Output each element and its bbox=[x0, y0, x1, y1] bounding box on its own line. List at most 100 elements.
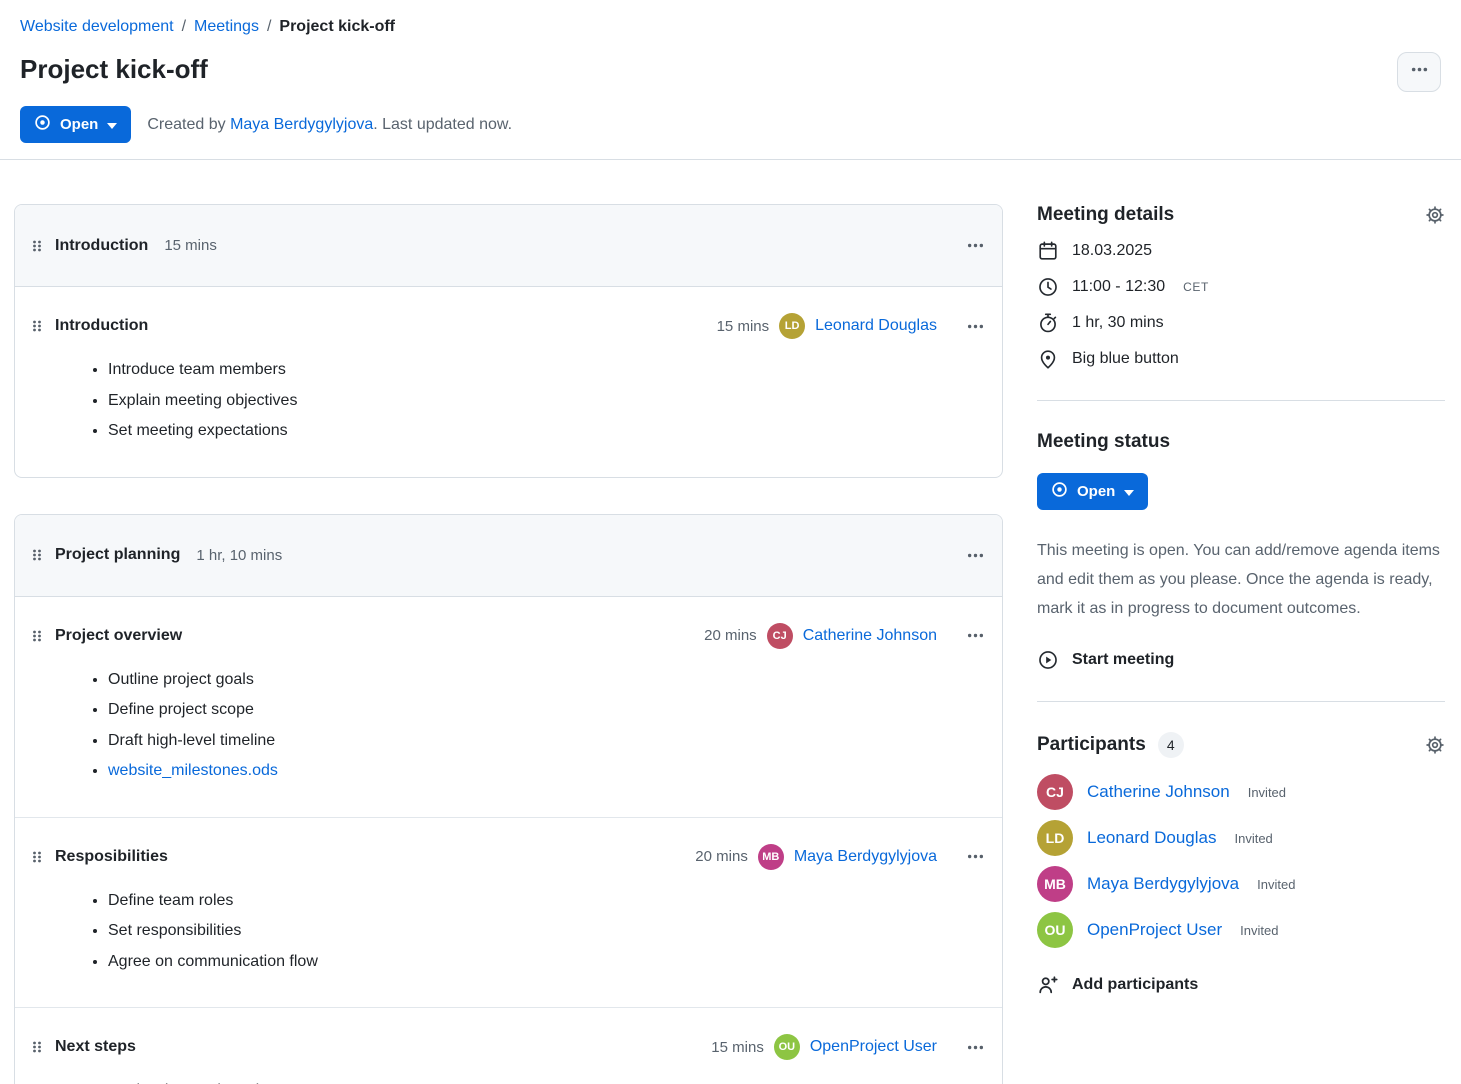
stopwatch-icon bbox=[1037, 312, 1059, 334]
location-pin-icon bbox=[1037, 348, 1059, 370]
presenter-link[interactable]: Catherine Johnson bbox=[803, 627, 937, 645]
meeting-location-row: Big blue button bbox=[1037, 348, 1445, 370]
meeting-time-row: 11:00 - 12:30 CET bbox=[1037, 276, 1445, 298]
gear-icon[interactable] bbox=[1425, 205, 1445, 225]
presenter-link[interactable]: OpenProject User bbox=[810, 1038, 937, 1056]
note-text: Define project scope bbox=[108, 701, 254, 718]
avatar: LD bbox=[779, 313, 805, 339]
sidebar-divider bbox=[1037, 400, 1445, 401]
item-more-actions-button[interactable] bbox=[965, 623, 986, 648]
attachment-link[interactable]: website_milestones.ods bbox=[108, 762, 278, 779]
agenda-section-header: Project planning 1 hr, 10 mins bbox=[15, 515, 1002, 597]
avatar: LD bbox=[1037, 820, 1073, 856]
play-circle-icon bbox=[1037, 649, 1059, 671]
status-open-icon bbox=[1051, 481, 1068, 502]
section-more-actions-button[interactable] bbox=[965, 233, 986, 258]
avatar: MB bbox=[758, 844, 784, 870]
note-text: Set meeting expectations bbox=[108, 422, 288, 439]
header-divider bbox=[0, 159, 1461, 160]
agenda-section-header: Introduction 15 mins bbox=[15, 205, 1002, 287]
participant-status: Invited bbox=[1240, 923, 1278, 938]
meeting-date-row: 18.03.2025 bbox=[1037, 240, 1445, 262]
drag-handle-icon[interactable] bbox=[31, 238, 43, 254]
agenda-item-next-steps: Next steps 15 mins OU OpenProject User R… bbox=[15, 1007, 1002, 1084]
drag-handle-icon[interactable] bbox=[31, 849, 43, 865]
item-more-actions-button[interactable] bbox=[965, 844, 986, 869]
note-text: Define team roles bbox=[108, 892, 233, 909]
agenda-item-duration: 20 mins bbox=[695, 848, 748, 865]
breadcrumb-meetings-link[interactable]: Meetings bbox=[194, 18, 259, 36]
breadcrumb-project-link[interactable]: Website development bbox=[20, 18, 174, 36]
presenter-link[interactable]: Leonard Douglas bbox=[815, 317, 937, 335]
breadcrumb-current: Project kick-off bbox=[279, 18, 395, 36]
agenda-item-notes: Define team roles Set responsibilities A… bbox=[31, 886, 986, 978]
start-meeting-button[interactable]: Start meeting bbox=[1037, 649, 1445, 671]
agenda-item-project-overview: Project overview 20 mins CJ Catherine Jo… bbox=[15, 597, 1002, 817]
agenda-item-notes: Review key project phases bbox=[31, 1076, 986, 1084]
byline-prefix: Created by bbox=[147, 116, 230, 133]
participant-status: Invited bbox=[1234, 831, 1272, 846]
agenda-item-notes: Introduce team members Explain meeting o… bbox=[31, 355, 986, 447]
item-more-actions-button[interactable] bbox=[965, 1035, 986, 1060]
avatar: OU bbox=[1037, 912, 1073, 948]
agenda-item-introduction: Introduction 15 mins LD Leonard Douglas … bbox=[15, 287, 1002, 477]
presenter-link[interactable]: Maya Berdygylyjova bbox=[794, 848, 937, 866]
section-title: Project planning bbox=[55, 546, 180, 564]
drag-handle-icon[interactable] bbox=[31, 318, 43, 334]
breadcrumb: Website development / Meetings / Project… bbox=[20, 18, 1441, 36]
participant-link[interactable]: Maya Berdygylyjova bbox=[1087, 874, 1239, 894]
byline-suffix: . Last updated now. bbox=[373, 116, 512, 133]
participant-row: CJ Catherine Johnson Invited bbox=[1037, 774, 1445, 810]
gear-icon[interactable] bbox=[1425, 735, 1445, 755]
person-plus-icon bbox=[1037, 974, 1059, 996]
kebab-icon bbox=[1411, 61, 1428, 83]
participant-row: MB Maya Berdygylyjova Invited bbox=[1037, 866, 1445, 902]
agenda-item-title: Resposibilities bbox=[55, 848, 168, 866]
avatar: OU bbox=[774, 1034, 800, 1060]
participants-heading: Participants bbox=[1037, 734, 1146, 756]
agenda-item-duration: 15 mins bbox=[717, 318, 770, 335]
meeting-date: 18.03.2025 bbox=[1072, 242, 1152, 260]
avatar: CJ bbox=[1037, 774, 1073, 810]
drag-handle-icon[interactable] bbox=[31, 1039, 43, 1055]
section-more-actions-button[interactable] bbox=[965, 543, 986, 568]
breadcrumb-separator: / bbox=[182, 18, 186, 36]
add-participants-button[interactable]: Add participants bbox=[1037, 974, 1445, 996]
note-text: Set responsibilities bbox=[108, 922, 241, 939]
meeting-details-heading: Meeting details bbox=[1037, 204, 1174, 226]
note-text: Introduce team members bbox=[108, 361, 286, 378]
agenda-item-title: Introduction bbox=[55, 317, 148, 335]
page-more-actions-button[interactable] bbox=[1397, 52, 1441, 92]
participant-row: OU OpenProject User Invited bbox=[1037, 912, 1445, 948]
agenda-item-duration: 20 mins bbox=[704, 627, 757, 644]
chevron-down-icon bbox=[107, 116, 117, 133]
avatar: CJ bbox=[767, 623, 793, 649]
start-meeting-label: Start meeting bbox=[1072, 651, 1174, 669]
agenda-section-project-planning: Project planning 1 hr, 10 mins Project o… bbox=[14, 514, 1003, 1084]
page-header: Website development / Meetings / Project… bbox=[0, 0, 1461, 143]
byline-author-link[interactable]: Maya Berdygylyjova bbox=[230, 116, 373, 133]
participant-link[interactable]: Catherine Johnson bbox=[1087, 782, 1230, 802]
note-text: Explain meeting objectives bbox=[108, 392, 297, 409]
drag-handle-icon[interactable] bbox=[31, 547, 43, 563]
chevron-down-icon bbox=[1124, 483, 1134, 500]
meeting-status-dropdown-button[interactable]: Open bbox=[20, 106, 131, 143]
agenda-item-resposibilities: Resposibilities 20 mins MB Maya Berdygyl… bbox=[15, 817, 1002, 1008]
participants-list: CJ Catherine Johnson Invited LD Leonard … bbox=[1037, 774, 1445, 948]
agenda-item-notes: Outline project goals Define project sco… bbox=[31, 665, 986, 787]
agenda-column: Introduction 15 mins Introduction bbox=[14, 204, 1003, 1084]
status-label: Open bbox=[60, 116, 98, 133]
participant-status: Invited bbox=[1248, 785, 1286, 800]
sidebar-status-dropdown-button[interactable]: Open bbox=[1037, 473, 1148, 510]
drag-handle-icon[interactable] bbox=[31, 628, 43, 644]
participant-link[interactable]: OpenProject User bbox=[1087, 920, 1222, 940]
breadcrumb-separator: / bbox=[267, 18, 271, 36]
meeting-time: 11:00 - 12:30 bbox=[1072, 278, 1165, 296]
byline: Created by Maya Berdygylyjova. Last upda… bbox=[147, 116, 512, 134]
meeting-sidebar: Meeting details 18.03.2025 11:00 - 12:30… bbox=[1037, 204, 1447, 996]
meeting-status-description: This meeting is open. You can add/remove… bbox=[1037, 536, 1445, 623]
note-text: Agree on communication flow bbox=[108, 953, 318, 970]
participant-link[interactable]: Leonard Douglas bbox=[1087, 828, 1216, 848]
note-text: Outline project goals bbox=[108, 671, 254, 688]
item-more-actions-button[interactable] bbox=[965, 314, 986, 339]
